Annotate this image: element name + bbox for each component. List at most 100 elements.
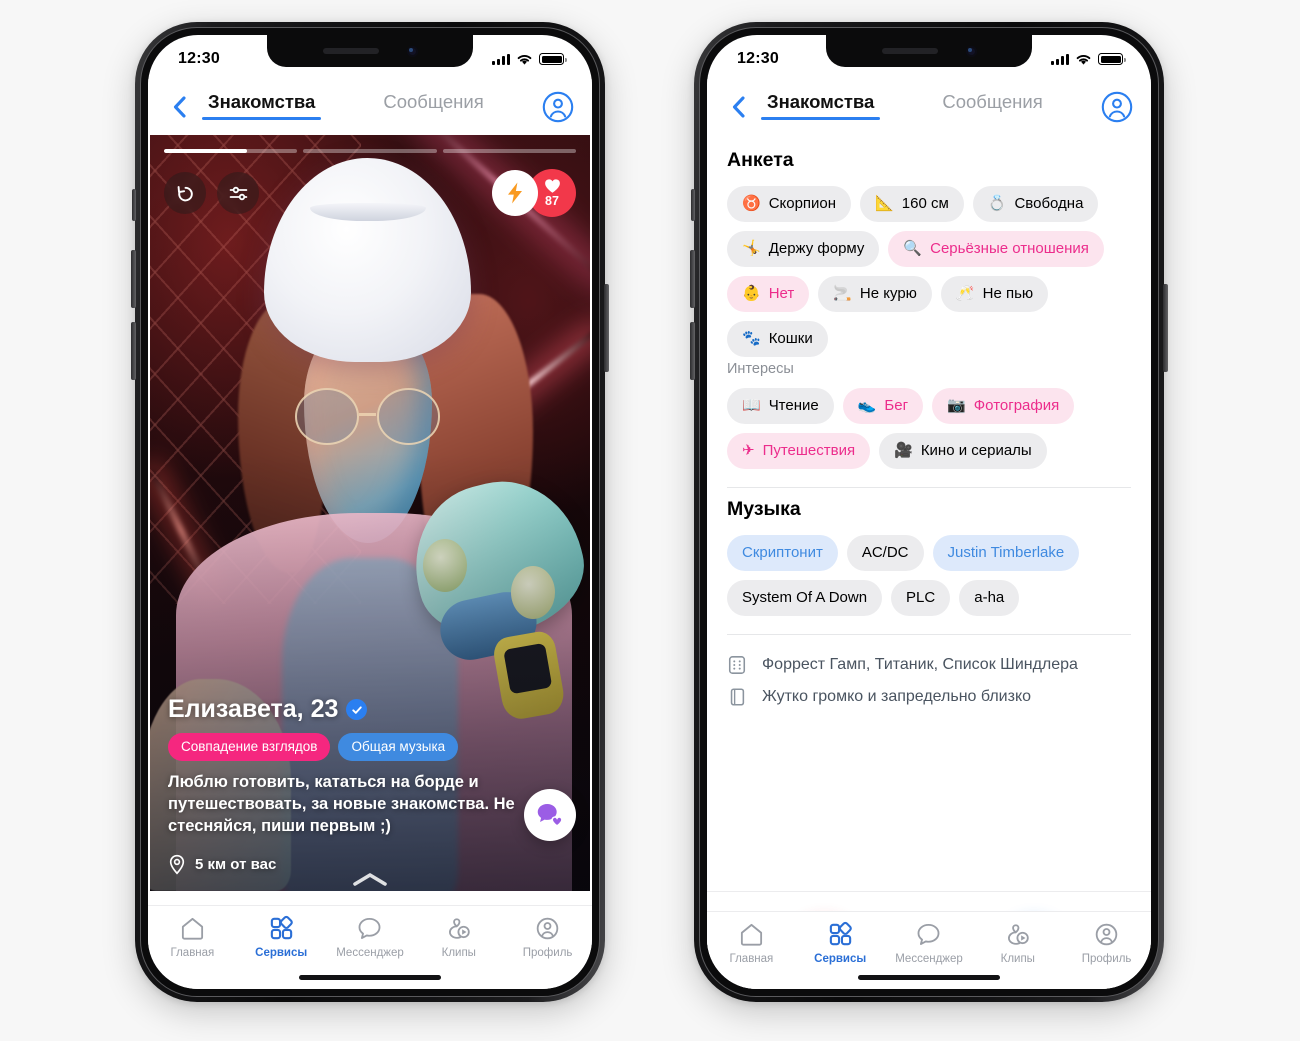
- rewind-button[interactable]: [164, 172, 206, 214]
- tabbar-item-label: Профиль: [1081, 953, 1132, 965]
- photo-progress[interactable]: [164, 149, 576, 153]
- back-button[interactable]: [723, 92, 753, 122]
- card-badge[interactable]: Общая музыка: [338, 733, 459, 762]
- tabbar-item-profile[interactable]: Профиль: [503, 915, 592, 959]
- services-grid-icon: [268, 915, 295, 942]
- profile-avatar-button[interactable]: [542, 91, 574, 123]
- status-time: 12:30: [737, 50, 779, 67]
- tabbar-item-profile[interactable]: Профиль: [1062, 921, 1151, 965]
- baby-icon: 👶: [742, 285, 761, 302]
- anketa-chip[interactable]: 🔍 Серьёзные отношения: [888, 231, 1104, 267]
- music-chip[interactable]: AC/DC: [846, 535, 924, 571]
- tabbar-item-label: Профиль: [522, 947, 573, 959]
- tabbar-item-messenger[interactable]: Мессенджер: [326, 915, 415, 959]
- interest-chip[interactable]: 🎥 Кино и сериалы: [879, 433, 1047, 469]
- chip-label: Не пью: [982, 285, 1034, 302]
- chat-fab-button[interactable]: [524, 789, 576, 841]
- interest-chip[interactable]: 👟 Бег: [842, 388, 924, 424]
- mute-switch[interactable]: [132, 189, 136, 221]
- sneaker-icon: 👟: [857, 397, 877, 414]
- music-chip[interactable]: Justin Timberlake: [932, 535, 1080, 571]
- profile-avatar-button[interactable]: [1101, 91, 1133, 123]
- favorite-row[interactable]: Форрест Гамп, Титаник, Список Шиндлера: [727, 649, 1131, 681]
- volume-down-button[interactable]: [131, 322, 136, 380]
- anketa-chip[interactable]: ♉ Скорпион: [727, 186, 852, 222]
- interest-chip[interactable]: 📖 Чтение: [727, 388, 834, 424]
- power-button[interactable]: [1163, 284, 1168, 372]
- cigarette-icon: 🚬: [833, 285, 852, 302]
- tabbar-item-label: Мессенджер: [895, 953, 963, 965]
- interests-chip-list: 📖 Чтение 👟 Бег 📷 Фотография ✈ Путешествия 🎥 Кино …: [727, 388, 1131, 469]
- cellular-bars-icon: [492, 53, 510, 65]
- home-icon: [738, 921, 765, 948]
- interest-chip[interactable]: 📷 Фотография: [932, 388, 1075, 424]
- volume-up-button[interactable]: [690, 250, 695, 308]
- favorite-row-text: Жутко громко и запредельно близко: [762, 688, 1032, 705]
- account-circle-icon: [542, 91, 574, 123]
- anketa-chip[interactable]: 🥂 Не пью: [940, 276, 1049, 312]
- tabbar-item-messenger[interactable]: Мессенджер: [885, 921, 974, 965]
- movie-camera-icon: 🎥: [894, 442, 913, 459]
- header-tabs: Знакомства Сообщения: [194, 91, 542, 123]
- chip-label: 160 см: [901, 195, 949, 212]
- anketa-chip[interactable]: 📐 160 см: [860, 186, 964, 222]
- chip-label: Не курю: [859, 285, 917, 302]
- status-indicators: [1051, 49, 1126, 66]
- tab-messages[interactable]: Сообщения: [936, 91, 1048, 123]
- tabbar-item-label: Главная: [729, 953, 774, 965]
- champagne-icon: 🥂: [955, 285, 975, 302]
- anketa-chip[interactable]: 🐾 Кошки: [727, 321, 828, 357]
- tabbar-item-home[interactable]: Главная: [148, 915, 237, 959]
- wifi-icon: [1076, 54, 1091, 65]
- expand-card-button[interactable]: [350, 870, 390, 891]
- tabbar-item-clips[interactable]: Клипы: [973, 921, 1062, 965]
- message-bubble-icon: [915, 921, 942, 948]
- chevron-up-icon: [353, 873, 387, 886]
- tab-messages[interactable]: Сообщения: [377, 91, 489, 123]
- interest-chip[interactable]: ✈ Путешествия: [727, 433, 871, 469]
- chip-label: Путешествия: [762, 442, 856, 459]
- tabbar-item-label: Сервисы: [814, 953, 867, 965]
- tabbar-item-clips[interactable]: Клипы: [414, 915, 503, 959]
- airplane-icon: ✈: [742, 442, 755, 459]
- section-divider: [727, 487, 1131, 488]
- tab-dating[interactable]: Знакомства: [202, 91, 322, 123]
- volume-up-button[interactable]: [131, 250, 136, 308]
- volume-down-button[interactable]: [690, 322, 695, 380]
- anketa-chip[interactable]: 🤸 Держу форму: [727, 231, 880, 267]
- anketa-chip[interactable]: 🚬 Не курю: [818, 276, 932, 312]
- ring-icon: 💍: [987, 195, 1007, 212]
- back-button[interactable]: [164, 92, 194, 122]
- music-chip[interactable]: Скриптонит: [727, 535, 838, 571]
- phone-screen-right: 12:30 Знакомства Сообщения Анкета ♉ Скор…: [707, 35, 1151, 989]
- account-circle-icon: [1101, 91, 1133, 123]
- home-indicator: [858, 975, 1000, 980]
- dating-card-area: 87 Елизавета, 23 Совпадение взглядов Общ…: [148, 135, 592, 891]
- tabbar-item-services[interactable]: Сервисы: [237, 915, 326, 959]
- anketa-chip[interactable]: 👶 Нет: [727, 276, 810, 312]
- tab-dating[interactable]: Знакомства: [761, 91, 881, 123]
- favorite-row[interactable]: Жутко громко и запредельно близко: [727, 681, 1131, 713]
- power-button[interactable]: [604, 284, 609, 372]
- tabbar-item-services[interactable]: Сервисы: [796, 921, 885, 965]
- mute-switch[interactable]: [691, 189, 695, 221]
- music-chip[interactable]: a-ha: [959, 580, 1020, 616]
- chip-label: Фотография: [973, 397, 1060, 414]
- music-chip[interactable]: System Of A Down: [727, 580, 883, 616]
- anketa-chip-list: ♉ Скорпион 📐 160 см 💍 Свободна 🤸 Держу форму 🔍 Се…: [727, 186, 1131, 357]
- chip-label: a-ha: [974, 589, 1005, 606]
- chip-label: Кино и сериалы: [920, 442, 1032, 459]
- anketa-chip[interactable]: 💍 Свободна: [972, 186, 1099, 222]
- progress-segment: [164, 149, 298, 153]
- chip-label: Нет: [768, 285, 795, 302]
- boost-button[interactable]: [492, 170, 538, 216]
- tabbar-item-label: Сервисы: [255, 947, 308, 959]
- ruler-icon: 📐: [875, 195, 894, 212]
- tabbar-item-home[interactable]: Главная: [707, 921, 796, 965]
- music-chip[interactable]: PLC: [891, 580, 951, 616]
- magnifier-icon: 🔍: [903, 240, 923, 257]
- card-badge[interactable]: Совпадение взглядов: [168, 733, 331, 762]
- music-chip-list: Скриптонит AC/DC Justin Timberlake System O…: [727, 535, 1131, 616]
- filters-button[interactable]: [217, 172, 259, 214]
- dating-card[interactable]: 87 Елизавета, 23 Совпадение взглядов Общ…: [150, 135, 590, 891]
